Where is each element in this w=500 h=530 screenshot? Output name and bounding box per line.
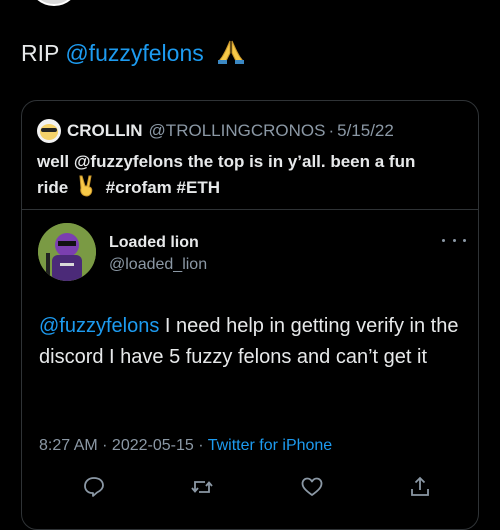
reply-mention[interactable]: @fuzzyfelons [39,315,159,337]
pray-emoji-icon [218,40,245,64]
reply-icon[interactable] [82,475,106,499]
reply-text: @fuzzyfelons I need help in getting veri… [39,311,459,373]
quoted-tweet-word: ride [37,178,69,197]
quoted-tweet-name[interactable]: CROLLIN [67,121,143,141]
main-tweet-avatar[interactable] [28,0,80,6]
reply-meta-separator-2: · [193,437,208,454]
quoted-tweet-card[interactable]: CROLLIN @TROLLINGCRONOS · 5/15/22 well @… [21,100,479,530]
reply-meta-separator-1: · [97,437,112,454]
reply-handle[interactable]: @loaded_lion [109,256,207,274]
quoted-tweet-date[interactable]: 5/15/22 [337,121,394,141]
more-icon[interactable] [442,233,466,247]
retweet-icon[interactable] [190,475,214,499]
main-tweet-prefix: RIP [21,40,59,66]
like-icon[interactable] [300,475,324,499]
action-bar [82,475,429,501]
reply-time[interactable]: 8:27 AM [39,437,98,454]
quoted-tweet-handle[interactable]: @TROLLINGCRONOS [149,121,326,141]
reply-source[interactable]: Twitter for iPhone [208,437,333,454]
quoted-tweet-line1: well @fuzzyfelons the top is in y’all. b… [37,152,416,171]
lion-avatar-icon [38,223,96,281]
quoted-tweet-text: well @fuzzyfelons the top is in y’all. b… [37,149,467,201]
quoted-tweet-hashtags[interactable]: #crofam #ETH [106,178,220,197]
main-tweet-mention[interactable]: @fuzzyfelons [65,40,203,66]
reply-date[interactable]: 2022-05-15 [112,437,194,454]
share-icon[interactable] [408,475,432,499]
victory-hand-emoji-icon [79,175,93,197]
reply-name[interactable]: Loaded lion [109,234,199,252]
main-tweet-text: RIP @fuzzyfelons [21,38,246,68]
reply-metadata: 8:27 AM · 2022-05-15 · Twitter for iPhon… [39,437,332,455]
quoted-tweet-header: CROLLIN @TROLLINGCRONOS · 5/15/22 [37,119,394,143]
quoted-tweet-separator: · [328,121,335,140]
quoted-tweet-avatar[interactable] [37,119,61,143]
quote-divider [22,209,478,210]
reply-avatar[interactable] [38,223,96,281]
